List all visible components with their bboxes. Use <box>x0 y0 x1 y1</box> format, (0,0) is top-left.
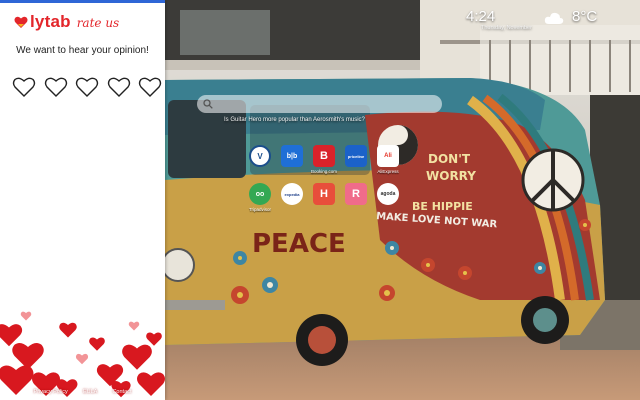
heart-outline-icon[interactable] <box>44 75 68 99</box>
search-icon <box>203 99 213 109</box>
owl-icon: oo <box>249 183 271 205</box>
heart-rating <box>12 75 162 99</box>
shortcut-tile[interactable]: H <box>308 183 340 213</box>
brand-logo[interactable]: lytab rate us <box>14 12 119 32</box>
shortcut-label: Booking.com <box>310 169 337 174</box>
shortcut-tile[interactable]: Ali AliExpress <box>372 145 404 175</box>
brand-tagline: rate us <box>76 16 120 30</box>
expedia-icon: expedia <box>281 183 303 205</box>
bb-icon: b|b <box>281 145 303 167</box>
weather-temperature[interactable]: 8°C <box>572 8 597 25</box>
clock-date: Thursday, November <box>481 25 532 31</box>
panel-footer: Privacy Policy EULA Contact <box>0 389 165 395</box>
privacy-policy-link[interactable]: Privacy Policy <box>34 389 68 395</box>
brand-heart-icon <box>14 16 28 28</box>
shortcut-tile[interactable]: oo Tripadvisor <box>244 183 276 213</box>
rating-panel: lytab rate us We want to hear your opini… <box>0 0 165 400</box>
van-text-line: WORRY <box>426 169 476 183</box>
priceline-icon: priceline <box>345 145 367 167</box>
brand-name: lytab <box>30 12 71 31</box>
shortcut-label: Tripadvisor <box>248 207 272 212</box>
heart-outline-icon[interactable] <box>12 75 36 99</box>
shortcut-tile[interactable]: agoda <box>372 183 404 213</box>
shortcut-tile[interactable]: R <box>340 183 372 213</box>
van-peace-text: PEACE <box>252 229 346 259</box>
trivia-link[interactable]: Is Guitar Hero more popular than Aerosmi… <box>224 117 365 123</box>
clock-time: 4:24 <box>466 8 496 25</box>
shortcut-grid: V b|b B Booking.com priceline Ali AliExp… <box>244 145 404 213</box>
circle-v-icon: V <box>249 145 271 167</box>
shortcut-label: AliExpress <box>377 169 399 174</box>
heart-outline-icon[interactable] <box>138 75 162 99</box>
heart-outline-icon[interactable] <box>107 75 131 99</box>
shortcut-tile[interactable]: V <box>244 145 276 175</box>
shortcut-tile[interactable]: priceline <box>340 145 372 175</box>
b-icon: B <box>313 145 335 167</box>
r-icon: R <box>345 183 367 205</box>
aliexpress-icon: Ali <box>377 145 399 167</box>
panel-top-bar <box>0 0 165 3</box>
van-text-line: BE HIPPIE <box>412 200 473 213</box>
van-text-line: DON'T <box>428 152 471 166</box>
eula-link[interactable]: EULA <box>83 389 97 395</box>
agoda-icon: agoda <box>377 183 399 205</box>
shortcut-tile[interactable]: B Booking.com <box>308 145 340 175</box>
search-input[interactable] <box>217 100 437 108</box>
shortcut-tile[interactable]: expedia <box>276 183 308 213</box>
cloud-icon[interactable] <box>544 11 564 25</box>
heart-outline-icon[interactable] <box>75 75 99 99</box>
contact-link[interactable]: Contact <box>112 389 131 395</box>
shortcut-tile[interactable]: b|b <box>276 145 308 175</box>
h-icon: H <box>313 183 335 205</box>
decorative-hearts <box>0 311 165 398</box>
search-bar[interactable] <box>197 95 442 113</box>
rating-prompt: We want to hear your opinion! <box>16 45 149 56</box>
